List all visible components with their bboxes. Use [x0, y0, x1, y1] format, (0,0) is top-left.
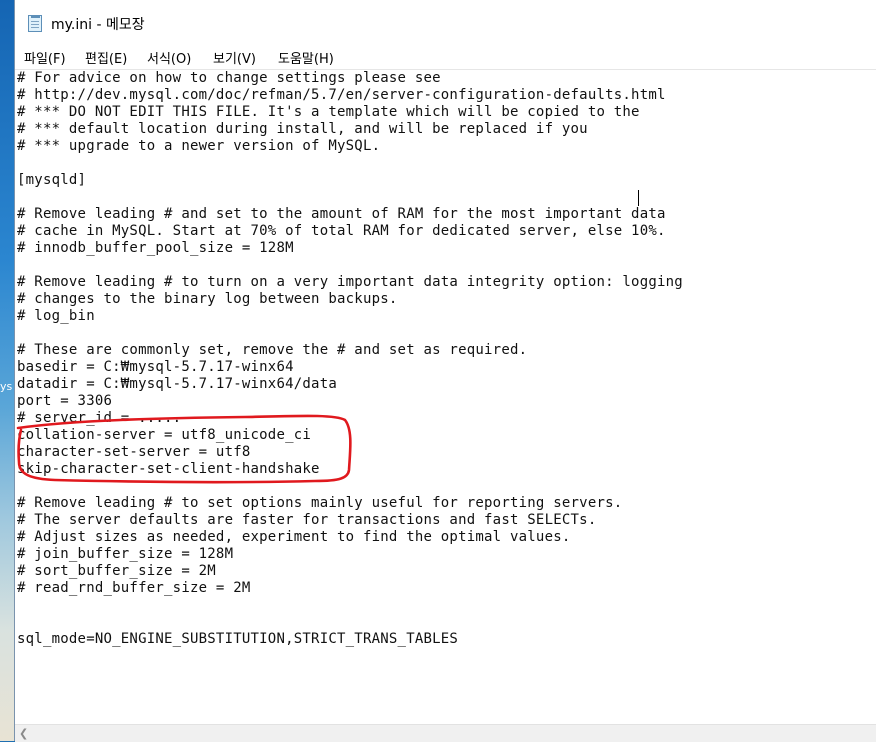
- editor-line: # Remove leading # to turn on a very imp…: [17, 274, 683, 290]
- editor-line: # log_bin: [17, 308, 95, 324]
- desktop-background: ys: [0, 0, 14, 741]
- editor-line: # Remove leading # to set options mainly…: [17, 495, 623, 511]
- menu-file[interactable]: 파일(F): [24, 48, 66, 67]
- notepad-icon: [28, 15, 42, 32]
- editor-line: # server_id = .....: [17, 410, 182, 426]
- horizontal-scrollbar[interactable]: ❮: [15, 724, 876, 742]
- editor-line: [mysqld]: [17, 172, 87, 188]
- window-title: my.ini - 메모장: [51, 17, 145, 33]
- editor-line: # The server defaults are faster for tra…: [17, 512, 597, 528]
- desktop-icon-label: ys: [0, 380, 13, 393]
- editor-line: # read_rnd_buffer_size = 2M: [17, 580, 251, 596]
- scroll-left-arrow-icon[interactable]: ❮: [19, 727, 28, 740]
- editor-line: skip-character-set-client-handshake: [17, 461, 320, 477]
- editor-line: # http://dev.mysql.com/doc/refman/5.7/en…: [17, 87, 666, 103]
- menu-edit[interactable]: 편집(E): [85, 48, 127, 67]
- editor-line: # join_buffer_size = 128M: [17, 546, 234, 562]
- text-editor-area[interactable]: # For advice on how to change settings p…: [15, 69, 876, 725]
- editor-line: # sort_buffer_size = 2M: [17, 563, 216, 579]
- editor-line: character-set-server = utf8: [17, 444, 251, 460]
- notepad-window: my.ini - 메모장 파일(F) 편집(E) 서식(O) 보기(V) 도움말…: [14, 0, 876, 742]
- editor-line: # Remove leading # and set to the amount…: [17, 206, 666, 222]
- editor-line: basedir = C:₩mysql-5.7.17-winx64: [17, 359, 294, 375]
- editor-line: # changes to the binary log between back…: [17, 291, 398, 307]
- editor-line: collation-server = utf8_unicode_ci: [17, 427, 312, 443]
- editor-line: sql_mode=NO_ENGINE_SUBSTITUTION,STRICT_T…: [17, 631, 459, 647]
- editor-line: # *** DO NOT EDIT THIS FILE. It's a temp…: [17, 104, 640, 120]
- editor-line: port = 3306: [17, 393, 113, 409]
- editor-line: # These are commonly set, remove the # a…: [17, 342, 528, 358]
- text-cursor: [638, 190, 639, 206]
- menu-view[interactable]: 보기(V): [213, 48, 256, 67]
- editor-line: # Adjust sizes as needed, experiment to …: [17, 529, 571, 545]
- menu-bar: 파일(F) 편집(E) 서식(O) 보기(V) 도움말(H): [15, 44, 876, 69]
- editor-line: # innodb_buffer_pool_size = 128M: [17, 240, 294, 256]
- editor-line: # *** upgrade to a newer version of MySQ…: [17, 138, 381, 154]
- menu-help[interactable]: 도움말(H): [278, 48, 334, 67]
- editor-line: # For advice on how to change settings p…: [17, 70, 441, 86]
- menu-format[interactable]: 서식(O): [147, 48, 191, 67]
- editor-line: # *** default location during install, a…: [17, 121, 588, 137]
- title-bar[interactable]: my.ini - 메모장: [15, 0, 876, 44]
- editor-line: datadir = C:₩mysql-5.7.17-winx64/data: [17, 376, 338, 392]
- editor-line: # cache in MySQL. Start at 70% of total …: [17, 223, 666, 239]
